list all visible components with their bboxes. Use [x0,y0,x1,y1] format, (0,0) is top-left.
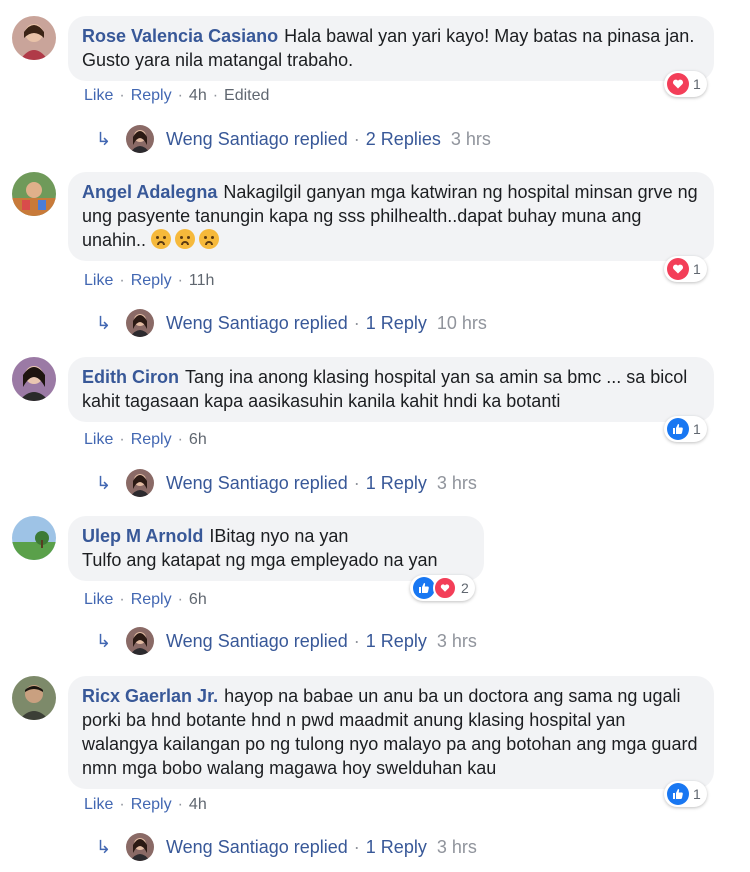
comment-author[interactable]: Edith Ciron [82,367,179,387]
like-link[interactable]: Like [84,591,113,608]
reaction-summary[interactable]: 1 [664,256,707,282]
avatar[interactable] [12,357,56,401]
reply-author[interactable]: Weng Santiago replied [166,313,348,334]
reply-summary[interactable]: ↳ Weng Santiago replied · 2 Replies 3 hrs [96,124,491,154]
thumbs-up-icon [667,783,689,805]
comment-time[interactable]: 6h [189,591,207,608]
reply-count[interactable]: 1 Reply [366,631,427,652]
reaction-summary[interactable]: 1 [664,416,707,442]
reply-arrow-icon: ↳ [96,312,112,333]
thumbs-up-icon [413,577,435,599]
comment-author[interactable]: Angel Adalegna [82,182,217,202]
reply-author[interactable]: Weng Santiago replied [166,837,348,858]
reply-link[interactable]: Reply [131,796,172,813]
reply-link[interactable]: Reply [131,431,172,448]
comment-actions: Like · Reply · 4h [84,796,207,813]
like-link[interactable]: Like [84,431,113,448]
avatar [126,833,154,861]
reaction-count: 1 [693,421,701,437]
reply-summary[interactable]: ↳ Weng Santiago replied · 1 Reply 3 hrs [96,832,477,862]
reply-time: 3 hrs [436,472,477,493]
avatar [126,125,154,153]
comment-bubble: Angel Adalegna Nakagilgil ganyan mga katw… [68,172,714,261]
like-link[interactable]: Like [84,87,113,104]
comment-bubble: Edith Ciron Tang ina anong klasing hospit… [68,357,714,422]
reaction-summary[interactable]: 1 [664,71,707,97]
like-link[interactable]: Like [84,272,113,289]
reaction-count: 1 [693,786,701,802]
comment-text-line: Tulfo ang katapat ng mga empleyado na ya… [82,550,438,570]
comment-author[interactable]: Rose Valencia Casiano [82,26,278,46]
reply-count[interactable]: 1 Reply [366,313,427,334]
avatar [126,469,154,497]
heart-icon [433,576,457,600]
comment-actions: Like · Reply · 11h [84,272,215,289]
reaction-count: 1 [693,261,701,277]
avatar[interactable] [12,172,56,216]
reply-link[interactable]: Reply [131,87,172,104]
avatar[interactable] [12,516,56,560]
reply-count[interactable]: 1 Reply [366,473,427,494]
frowning-face-icon [151,229,172,249]
frowning-face-icon [175,229,196,249]
reply-summary[interactable]: ↳ Weng Santiago replied · 1 Reply 10 hrs [96,308,487,338]
reply-arrow-icon: ↳ [96,472,112,493]
comment-actions: Like · Reply · 6h [84,591,207,608]
reply-link[interactable]: Reply [131,272,172,289]
comment-author[interactable]: Ulep M Arnold [82,526,203,546]
reaction-count: 1 [693,76,701,92]
reply-author[interactable]: Weng Santiago replied [166,631,348,652]
comment-time[interactable]: 11h [189,272,215,289]
comment-bubble: Ulep M Arnold IBitag nyo na yan Tulfo ang… [68,516,484,581]
like-link[interactable]: Like [84,796,113,813]
reply-author[interactable]: Weng Santiago replied [166,473,348,494]
reply-summary[interactable]: ↳ Weng Santiago replied · 1 Reply 3 hrs [96,626,477,656]
comment-time[interactable]: 4h [189,796,207,813]
avatar [126,309,154,337]
reply-arrow-icon: ↳ [96,630,112,651]
comment-bubble: Ricx Gaerlan Jr. hayop na babae un anu ba… [68,676,714,789]
reply-time: 3 hrs [436,836,477,857]
comment-author[interactable]: Ricx Gaerlan Jr. [82,686,218,706]
comment-bubble: Rose Valencia Casiano Hala bawal yan yari… [68,16,714,81]
heart-icon [667,73,689,95]
reply-summary[interactable]: ↳ Weng Santiago replied · 1 Reply 3 hrs [96,468,477,498]
comment-text-line: IBitag nyo na yan [209,526,349,546]
reaction-count: 2 [461,580,469,596]
reply-time: 3 hrs [436,630,477,651]
reply-arrow-icon: ↳ [96,836,112,857]
reply-count[interactable]: 1 Reply [366,837,427,858]
comment-time[interactable]: 6h [189,431,207,448]
comment-actions: Like · Reply · 4h · Edited [84,87,270,104]
thumbs-up-icon [667,418,689,440]
reply-time: 3 hrs [450,128,491,149]
edited-label[interactable]: Edited [224,87,269,104]
reply-link[interactable]: Reply [131,591,172,608]
frowning-face-icon [199,229,220,249]
comment-time[interactable]: 4h [189,87,207,104]
heart-icon [667,258,689,280]
reply-author[interactable]: Weng Santiago replied [166,129,348,150]
reply-arrow-icon: ↳ [96,128,112,149]
avatar[interactable] [12,16,56,60]
reaction-summary[interactable]: 1 [664,781,707,807]
avatar[interactable] [12,676,56,720]
comment-actions: Like · Reply · 6h [84,431,207,448]
avatar [126,627,154,655]
reply-count[interactable]: 2 Replies [366,129,441,150]
reaction-summary[interactable]: 2 [410,575,475,601]
reply-time: 10 hrs [436,312,487,333]
